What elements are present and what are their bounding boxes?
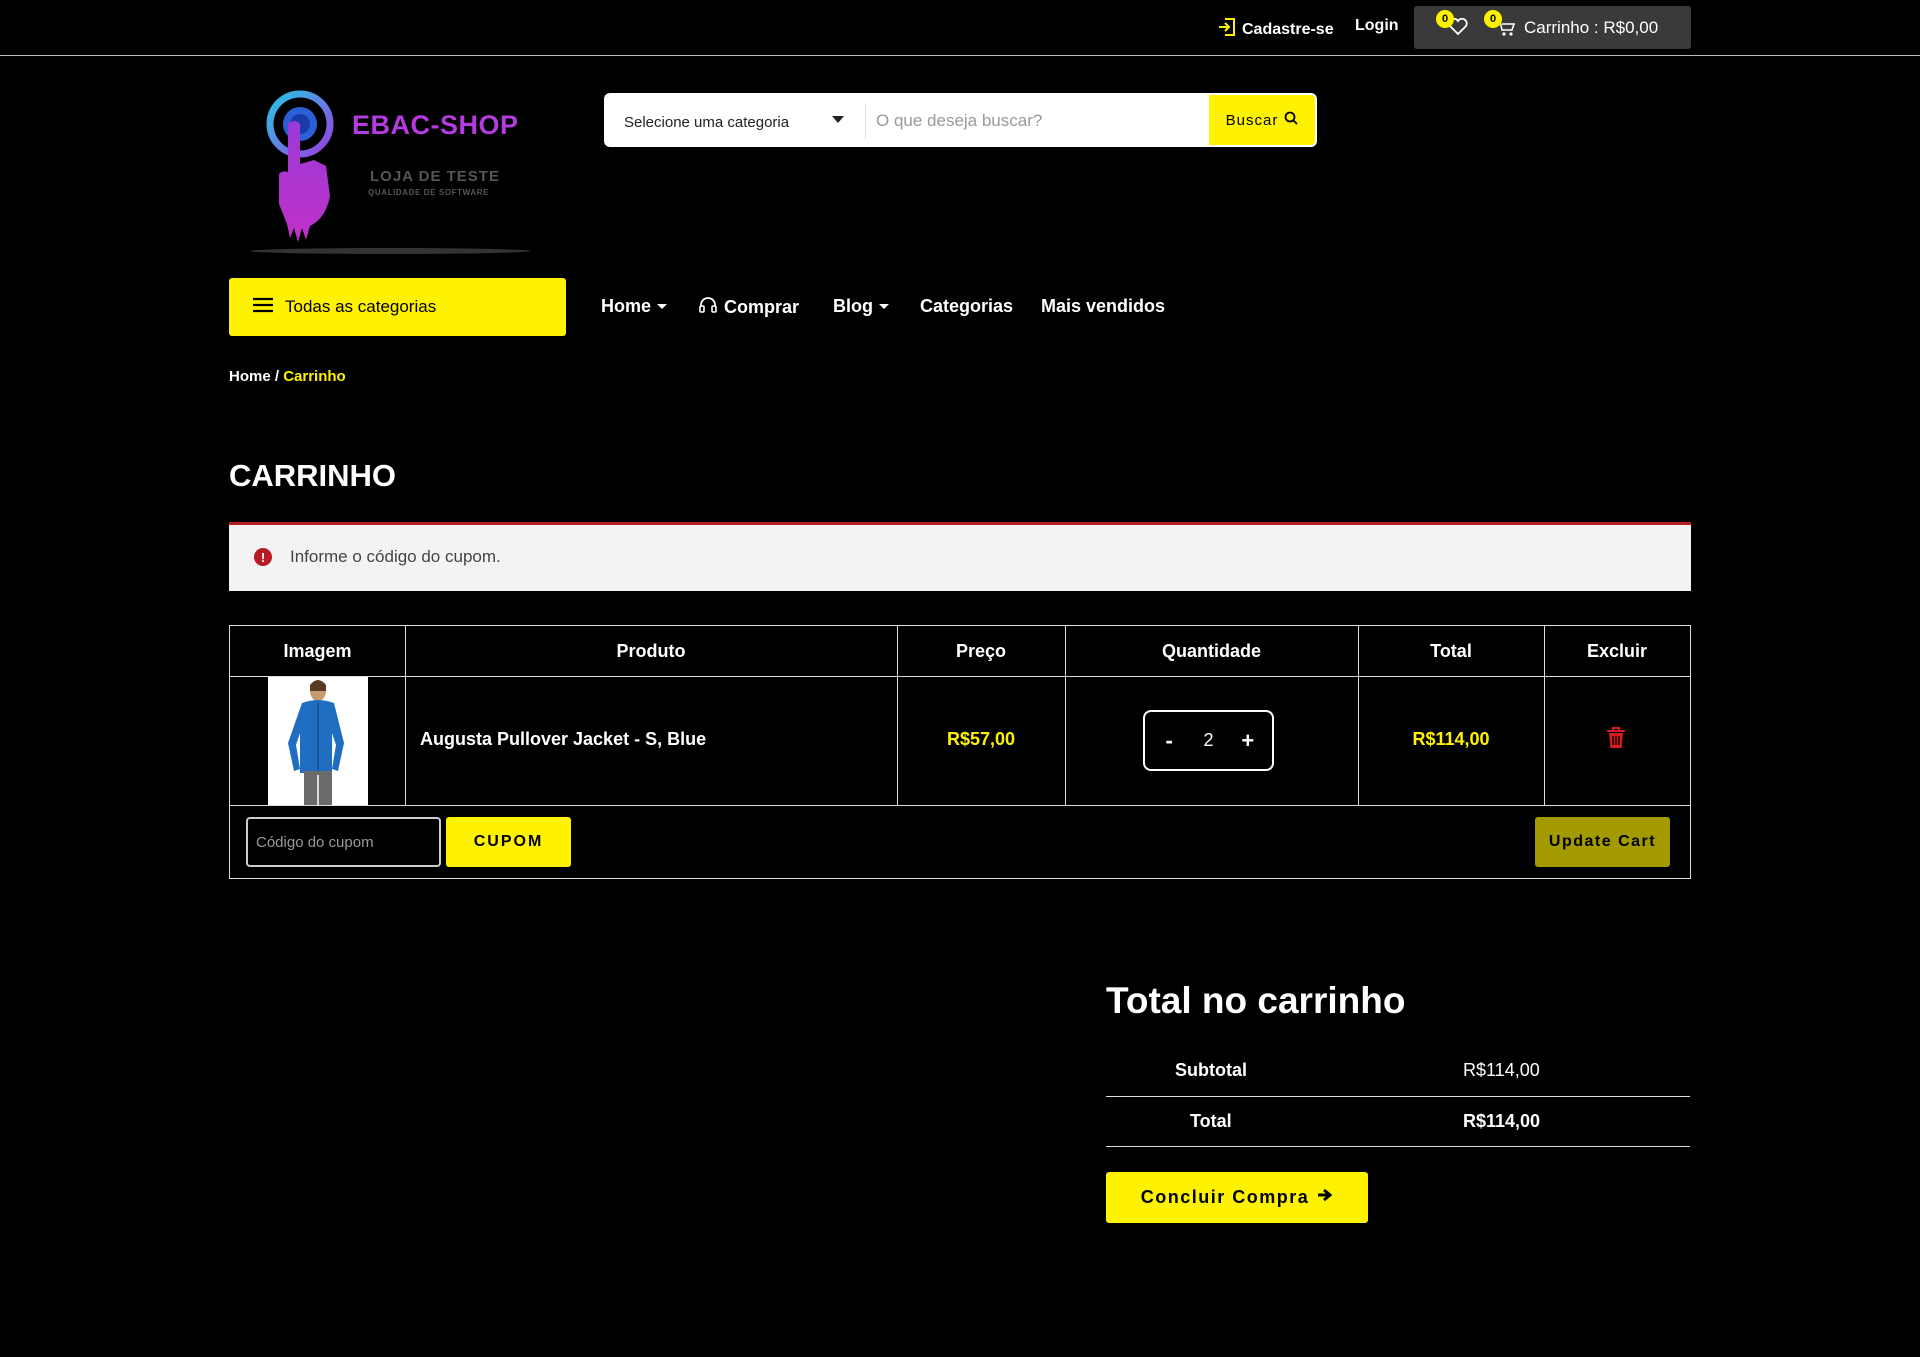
chevron-down-icon	[657, 304, 668, 309]
signup-label: Cadastre-se	[1242, 20, 1334, 38]
column-header-product: Produto	[616, 641, 686, 661]
nav-comprar-label: Comprar	[724, 297, 800, 317]
mini-cart[interactable]: 0 0 Carrinho : R$0,00	[1414, 6, 1691, 49]
search-button[interactable]: Buscar	[1209, 95, 1315, 145]
site-logo[interactable]: EBAC-SHOP LOJA DE TESTE QUALIDADE DE SOF…	[240, 88, 540, 258]
nav-blog-label: Blog	[833, 296, 873, 316]
nav-home[interactable]: Home	[601, 296, 668, 317]
page-title: CARRINHO	[229, 458, 397, 493]
signin-arrow-icon	[1218, 17, 1236, 42]
nav-home-label: Home	[601, 296, 652, 316]
table-divider	[230, 805, 1690, 806]
total-value: R$114,00	[1463, 1111, 1541, 1131]
error-notice: ! Informe o código do cupom.	[229, 522, 1691, 591]
breadcrumb: Home / Carrinho	[229, 368, 346, 385]
chevron-down-icon	[879, 304, 889, 309]
subtotal-value: R$114,00	[1463, 1060, 1540, 1080]
error-notice-text: Informe o código do cupom.	[290, 547, 501, 566]
quantity-value[interactable]: 2	[1203, 730, 1213, 751]
search-icon	[1284, 111, 1298, 129]
top-bar: Cadastre-se Login 0 0 Carrinho : R$0,00	[0, 0, 1920, 56]
search-bar: Selecione uma categoria Buscar	[604, 93, 1317, 147]
hamburger-icon	[253, 297, 273, 318]
search-button-label: Buscar	[1225, 111, 1279, 129]
quantity-decrease-button[interactable]: -	[1155, 728, 1183, 754]
quantity-stepper: - 2 +	[1143, 710, 1274, 771]
login-link[interactable]: Login	[1355, 17, 1399, 35]
logo-subtagline: QUALIDADE DE SOFTWARE	[368, 188, 490, 197]
totals-divider	[1106, 1146, 1690, 1147]
nav-comprar[interactable]: Comprar	[698, 296, 799, 319]
update-cart-button[interactable]: Update Cart	[1535, 817, 1670, 867]
nav-blog[interactable]: Blog	[833, 296, 889, 317]
quantity-increase-button[interactable]: +	[1234, 728, 1262, 754]
line-total: R$114,00	[1412, 729, 1490, 749]
checkout-button[interactable]: Concluir Compra	[1106, 1172, 1368, 1223]
wishlist-count-badge: 0	[1436, 10, 1454, 28]
product-name-link[interactable]: Augusta Pullover Jacket - S, Blue	[420, 729, 706, 750]
cart-table: Imagem Produto Preço Quantidade Total Ex…	[229, 625, 1691, 879]
product-jacket-image	[268, 677, 368, 805]
breadcrumb-current: Carrinho	[283, 368, 346, 385]
total-label: Total	[1190, 1111, 1232, 1131]
arrow-right-icon	[1317, 1187, 1333, 1208]
breadcrumb-separator: /	[270, 368, 284, 385]
subtotal-label: Subtotal	[1175, 1060, 1247, 1080]
breadcrumb-home[interactable]: Home	[229, 368, 271, 385]
column-header-remove: Excluir	[1586, 641, 1648, 661]
logo-tagline: LOJA DE TESTE	[370, 168, 500, 185]
chevron-down-icon[interactable]	[832, 116, 844, 123]
cart-total-label: Carrinho : R$0,00	[1524, 18, 1659, 37]
column-header-price: Preço	[955, 641, 1007, 661]
trash-icon[interactable]	[1606, 726, 1626, 755]
product-thumbnail[interactable]	[268, 677, 368, 805]
logo-name: EBAC-SHOP	[352, 110, 519, 140]
column-header-quantity: Quantidade	[1161, 641, 1261, 661]
nav-mais-vendidos[interactable]: Mais vendidos	[1041, 296, 1165, 317]
column-header-image: Imagem	[283, 641, 352, 661]
signup-link[interactable]: Cadastre-se	[1218, 17, 1334, 42]
checkout-button-label: Concluir Compra	[1140, 1187, 1310, 1207]
table-divider	[230, 676, 1690, 677]
coupon-code-input[interactable]	[246, 817, 441, 867]
apply-coupon-button[interactable]: CUPOM	[446, 817, 571, 867]
search-input[interactable]	[876, 105, 1206, 137]
all-categories-label: Todas as categorias	[285, 297, 437, 316]
error-icon: !	[254, 548, 272, 566]
search-divider	[865, 103, 866, 139]
all-categories-button[interactable]: Todas as categorias	[229, 278, 566, 336]
category-select[interactable]: Selecione uma categoria	[624, 114, 789, 131]
totals-divider	[1106, 1096, 1690, 1097]
column-header-total: Total	[1430, 641, 1472, 661]
product-price: R$57,00	[946, 729, 1016, 749]
cart-count-badge: 0	[1484, 10, 1502, 28]
headset-icon	[698, 296, 718, 319]
cart-totals-title: Total no carrinho	[1106, 980, 1406, 1021]
nav-categorias[interactable]: Categorias	[920, 296, 1013, 317]
